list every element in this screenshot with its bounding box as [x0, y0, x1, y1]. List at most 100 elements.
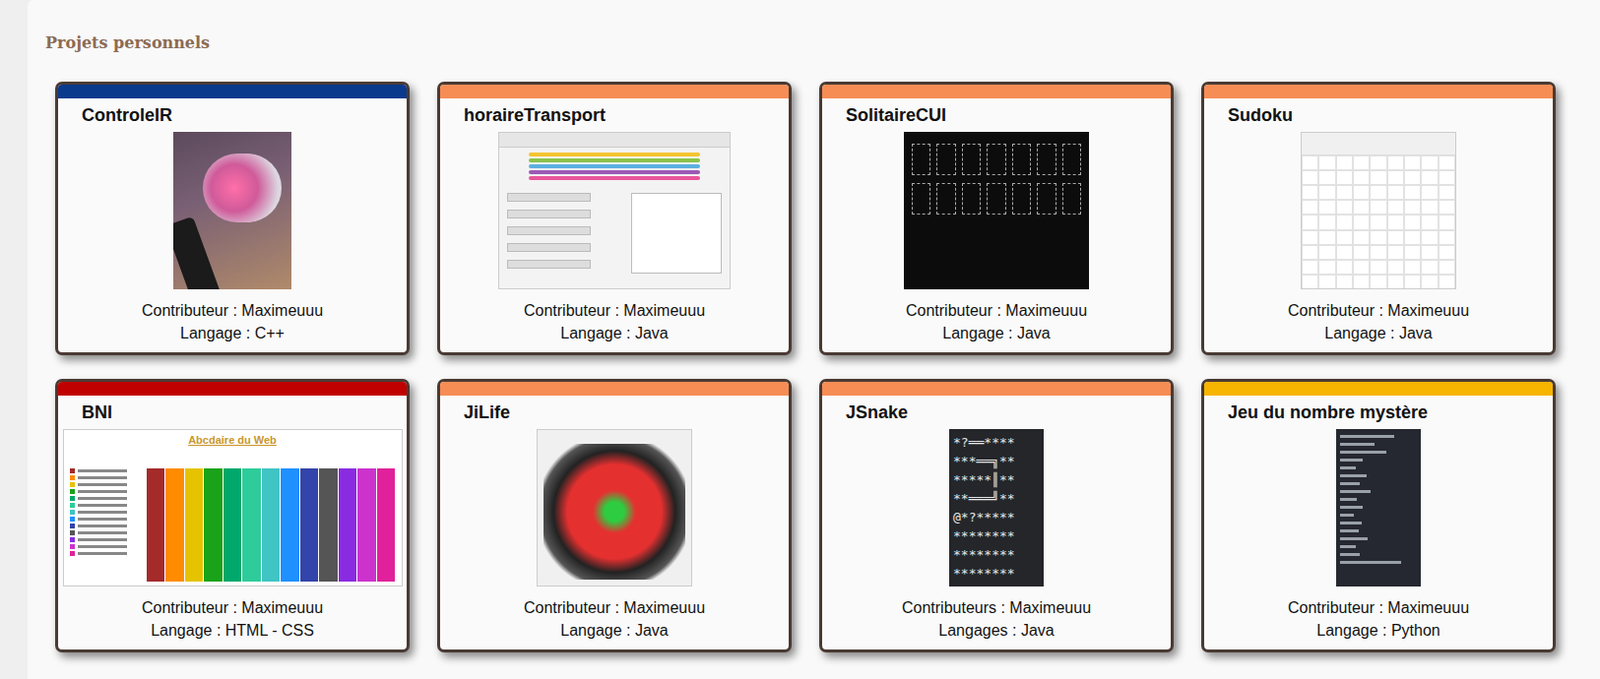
section-title: Projets personnels	[45, 33, 1600, 53]
ascii-card	[986, 143, 1006, 176]
console-line	[1340, 506, 1363, 510]
sudoku-grid	[1301, 155, 1456, 290]
sudoku-cell	[1420, 214, 1438, 230]
console-line	[1340, 513, 1354, 517]
card-meta: Contributeur : MaximeuuuLangage : HTML -…	[58, 586, 407, 650]
web-table	[146, 468, 396, 582]
sudoku-cell	[1352, 274, 1370, 290]
sudoku-cell	[1369, 199, 1387, 215]
sudoku-cell	[1404, 170, 1421, 186]
ascii-line: ********	[953, 545, 1040, 565]
contributor-text: Contributeur : Maximeuuu	[64, 299, 401, 322]
sudoku-cell	[1318, 259, 1336, 275]
project-card[interactable]: ControleIR Contributeur : MaximeuuuLangag…	[55, 81, 410, 356]
legend-row	[69, 537, 139, 543]
legend-line	[77, 511, 128, 514]
sudoku-cell	[1336, 230, 1353, 246]
project-title[interactable]: SolitaireCUI	[845, 102, 1171, 128]
project-card[interactable]: BNI Abcdaire du Web Contributeur : Maximeu…	[55, 379, 410, 653]
legend-dot	[69, 510, 75, 515]
sudoku-cell	[1301, 230, 1319, 246]
sudoku-cell	[1318, 155, 1336, 171]
lamp-shape	[202, 153, 282, 223]
form-field	[507, 209, 591, 219]
snake-screenshot[interactable]: *?══*******══╗*******║****═══╝**@*?*****…	[949, 429, 1044, 587]
project-card[interactable]: SudokuContributeur : MaximeuuuLangage : …	[1201, 81, 1556, 356]
sudoku-cell	[1301, 259, 1319, 275]
contributor-text: Contributeurs : Maximeuuu	[828, 596, 1165, 620]
banner-stripe	[528, 152, 701, 157]
terminal-screenshot[interactable]	[903, 131, 1089, 290]
legend-row	[69, 516, 139, 522]
project-card[interactable]: Jeu du nombre mystère Contributeur : Maxi…	[1201, 379, 1556, 653]
console-line	[1340, 450, 1387, 454]
web-heading: Abcdaire du Web	[69, 433, 396, 448]
card-meta: Contributeur : MaximeuuuLangage : Python	[1204, 586, 1553, 650]
sudoku-cell	[1420, 230, 1438, 246]
thumbnail-row	[822, 131, 1171, 290]
sudoku-cell	[1420, 185, 1438, 200]
ascii-card	[1012, 183, 1031, 215]
life-screenshot[interactable]	[536, 429, 693, 587]
project-title[interactable]: BNI	[81, 399, 407, 426]
sudoku-cell	[1352, 230, 1370, 246]
sudoku-cell	[1420, 274, 1438, 290]
sudoku-cell	[1420, 259, 1438, 275]
webpage-screenshot[interactable]: Abcdaire du Web	[63, 429, 403, 587]
project-title[interactable]: JSnake	[845, 399, 1171, 426]
sudoku-screenshot[interactable]	[1300, 131, 1457, 290]
sudoku-cell	[1438, 245, 1456, 260]
ascii-line: *****║**	[953, 470, 1040, 490]
banner-stripe	[528, 176, 701, 181]
ascii-line: ********	[953, 526, 1040, 546]
ascii-card	[961, 143, 981, 176]
thumbnail-row: Abcdaire du Web	[58, 429, 407, 587]
console-line	[1340, 545, 1356, 549]
project-card[interactable]: SolitaireCUIContributeur : MaximeuuuLang…	[819, 81, 1174, 356]
app-screenshot[interactable]	[498, 131, 731, 290]
ascii-card	[1036, 143, 1056, 176]
sudoku-cell	[1404, 199, 1421, 215]
card-meta: Contributeurs : MaximeuuuLangages : Java	[822, 586, 1171, 650]
sudoku-cell	[1318, 214, 1336, 230]
thumbnail-row	[1204, 429, 1553, 587]
sudoku-cell	[1387, 185, 1405, 200]
ascii-line: *?══****	[953, 433, 1040, 452]
legend-row	[69, 489, 139, 495]
legend-dot	[69, 475, 75, 481]
ascii-card	[1062, 183, 1082, 215]
sudoku-cell	[1336, 259, 1353, 275]
project-title[interactable]: Sudoku	[1227, 102, 1553, 128]
project-card[interactable]: horaireTransport Contributeur : Maximeuuu…	[437, 81, 792, 356]
contributor-text: Contributeur : Maximeuuu	[828, 299, 1165, 322]
form-field	[507, 192, 591, 202]
web-column	[146, 468, 166, 582]
sudoku-cell	[1369, 170, 1387, 186]
project-title[interactable]: JiLife	[463, 399, 789, 426]
project-title[interactable]: Jeu du nombre mystère	[1227, 399, 1553, 426]
console-line	[1340, 529, 1359, 533]
console-line	[1340, 435, 1395, 439]
project-photo[interactable]	[173, 131, 292, 290]
sudoku-cell	[1369, 185, 1387, 200]
card-color-strip	[440, 84, 789, 99]
sudoku-cell	[1438, 230, 1456, 246]
project-title[interactable]: horaireTransport	[463, 102, 789, 128]
project-card[interactable]: JiLifeContributeur : MaximeuuuLangage : …	[437, 379, 792, 653]
project-title[interactable]: ControleIR	[81, 102, 407, 128]
legend-line	[77, 517, 128, 521]
sudoku-cell	[1352, 170, 1370, 186]
ascii-line: ********	[953, 564, 1040, 583]
console-screenshot[interactable]	[1336, 429, 1421, 587]
project-card[interactable]: JSnake *?══*******══╗*******║****═══╝**@*…	[819, 379, 1174, 653]
contributor-text: Contributeur : Maximeuuu	[446, 596, 783, 620]
legend-line	[77, 483, 128, 487]
language-text: Langage : C++	[64, 321, 401, 345]
contributor-text: Contributeur : Maximeuuu	[446, 299, 783, 322]
legend-line	[77, 545, 128, 549]
sudoku-cell	[1387, 230, 1405, 246]
sudoku-cell	[1352, 259, 1370, 275]
console-line	[1340, 537, 1368, 541]
projects-panel: Projets personnels ControleIR Contributeur…	[27, 0, 1600, 679]
card-color-strip	[1204, 84, 1553, 99]
